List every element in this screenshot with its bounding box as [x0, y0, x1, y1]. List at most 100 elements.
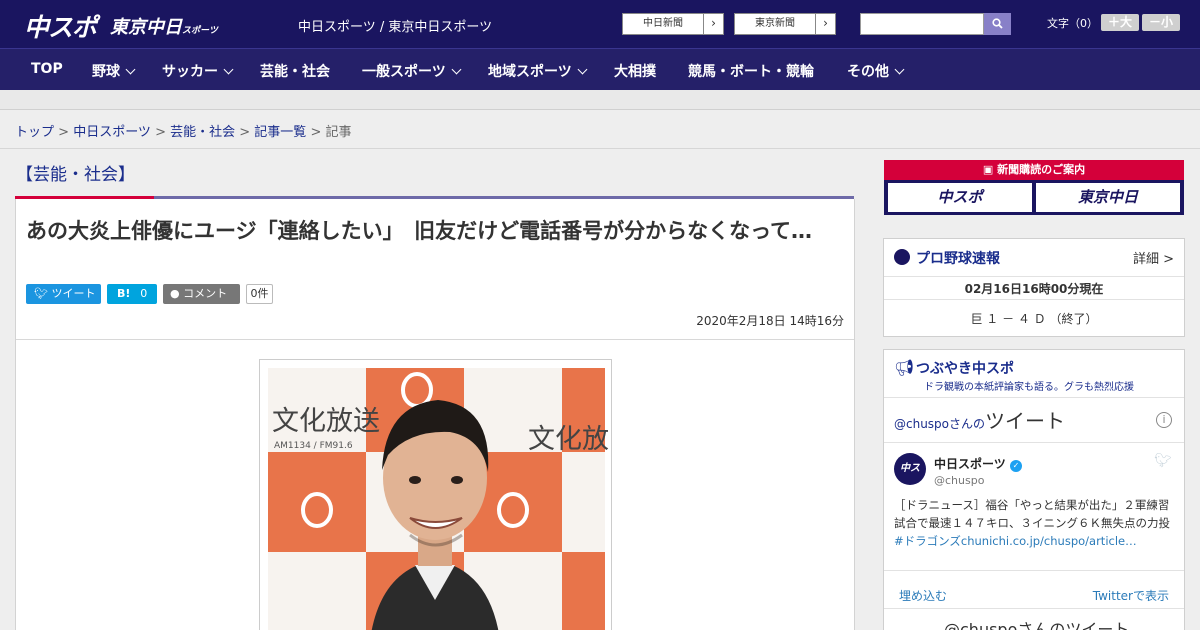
nav-item-top[interactable]: TOP: [31, 61, 63, 77]
subscription-header-text: 新聞購読のご案内: [997, 163, 1086, 176]
header-gap: [0, 90, 1200, 110]
chevron-down-icon: [223, 64, 234, 75]
verified-icon: ✓: [1009, 460, 1022, 472]
chevron-down-icon: [451, 64, 462, 75]
breadcrumb-top[interactable]: トップ: [15, 125, 54, 140]
article-date: 2020年2月18日 14時16分: [696, 314, 844, 328]
avatar[interactable]: 中ス: [894, 453, 926, 485]
baseball-widget-title: プロ野球速報: [916, 251, 1000, 267]
chevron-down-icon: [125, 64, 136, 75]
tweets-footer[interactable]: @chuspoさんのツイート: [944, 616, 1129, 630]
category-heading: 【芸能・社会】: [16, 165, 135, 185]
account-name[interactable]: 中日スポーツ ✓: [934, 455, 1022, 472]
tweet-label: ツイート: [51, 287, 96, 300]
speech-bubble-icon: ●: [170, 287, 180, 300]
subscription-banner[interactable]: ▣ 新聞購読のご案内 中スポ 東京中日: [884, 160, 1184, 215]
nav-label: サッカー: [162, 64, 218, 80]
article-divider: [16, 339, 854, 340]
article-photo[interactable]: 文化放送 AM1134 / FM91.6 文化放: [259, 359, 612, 630]
tokyo-shimbun-link[interactable]: 東京新聞 ›: [734, 13, 836, 35]
top-header: 中スポ 東京中日スポーツ 中日スポーツ / 東京中日スポーツ 中日新聞 › 東京…: [0, 0, 1200, 48]
article-title: あの大炎上俳優にユージ「連絡したい」 旧友だけど電話番号が分からなくなって…: [26, 219, 813, 243]
widget-divider: [884, 570, 1184, 571]
breadcrumb-sep: >: [235, 125, 255, 140]
tweet-link[interactable]: #ドラゴンズchunichi.co.jp/chuspo/article…: [894, 534, 1137, 548]
newspaper-icon: ▣: [982, 163, 998, 176]
tokyo-chunichi-logo[interactable]: 東京中日スポーツ: [110, 13, 218, 39]
widget-divider: [884, 276, 1184, 277]
comment-button[interactable]: ● コメント: [163, 284, 240, 304]
tweet-button[interactable]: 🐦︎ ツイート: [26, 284, 101, 304]
nav-item-other[interactable]: その他: [847, 61, 905, 81]
twitter-bird-icon[interactable]: 🐦︎: [1154, 453, 1172, 469]
chevron-down-icon: [577, 64, 588, 75]
chevron-down-icon: [894, 64, 905, 75]
tweet-body: ［ドラニュース］福谷「やっと結果が出た」２軍練習試合で最速１４７キロ、３イニング…: [894, 498, 1170, 530]
view-on-twitter-link[interactable]: Twitterで表示: [1093, 587, 1169, 604]
tsubuyaki-subtitle: ドラ観戦の本紙評論家も語る。グラも熱烈応援: [924, 382, 1134, 393]
breadcrumb-sep: >: [54, 125, 74, 140]
breadcrumb-chuspo[interactable]: 中日スポーツ: [73, 125, 151, 140]
nav-item-entertainment[interactable]: 芸能・社会: [260, 61, 330, 81]
nav-item-soccer[interactable]: サッカー: [162, 61, 234, 81]
nav-label: その他: [847, 64, 889, 80]
baseball-detail-link[interactable]: 詳細 >: [1133, 248, 1174, 267]
chevron-right-icon: ›: [703, 14, 723, 34]
account-handle[interactable]: @chuspo: [934, 474, 984, 487]
baseball-score-widget: プロ野球速報 詳細 > 02月16日16時00分現在 巨 １ － ４ Ｄ （終了…: [883, 238, 1185, 337]
font-size-label: 文字（0）: [1047, 17, 1098, 30]
breadcrumb-category[interactable]: 芸能・社会: [170, 125, 235, 140]
breadcrumb-sep: >: [150, 125, 171, 140]
breadcrumb-current: 記事: [325, 125, 352, 140]
baseball-score[interactable]: 巨 １ － ４ Ｄ （終了）: [884, 310, 1184, 327]
comment-label: コメント: [183, 287, 228, 300]
widget-divider: [884, 442, 1184, 443]
chunichi-shimbun-link[interactable]: 中日新聞 ›: [622, 13, 724, 35]
photo-sign-text: 文化放送: [272, 406, 380, 437]
photo-sign-text-2: 文化放: [528, 424, 609, 455]
widget-divider: [884, 299, 1184, 300]
subscribe-chuspo-button[interactable]: 中スポ: [888, 183, 1032, 212]
subscribe-tokyo-chunichi-button[interactable]: 東京中日: [1036, 183, 1180, 212]
breadcrumb-article-list[interactable]: 記事一覧: [254, 125, 306, 140]
megaphone-icon: 📢︎: [894, 358, 915, 377]
font-size-down-button[interactable]: －小: [1142, 14, 1180, 31]
tsubuyaki-title: つぶやき中スポ: [916, 361, 1014, 377]
tokyo-logo-small: スポーツ: [182, 26, 218, 36]
nav-item-general-sports[interactable]: 一般スポーツ: [362, 61, 462, 81]
nav-label: TOP: [31, 61, 63, 77]
baseball-icon: [894, 249, 910, 265]
nav-item-sumo[interactable]: 大相撲: [614, 61, 656, 81]
twitter-widget: 📢︎ つぶやき中スポ ドラ観戦の本紙評論家も語る。グラも熱烈応援 @chuspo…: [883, 349, 1185, 630]
breadcrumb-sep: >: [306, 125, 326, 140]
account-name-text: 中日スポーツ: [934, 457, 1006, 471]
hatena-icon: B!: [117, 287, 131, 300]
chevron-right-icon: ›: [815, 14, 835, 34]
tokyo-logo-text: 東京中日: [110, 17, 182, 38]
breadcrumb-divider: [0, 148, 1200, 149]
subscription-header: ▣ 新聞購読のご案内: [884, 160, 1184, 180]
search-icon: [992, 18, 1003, 29]
ext-link-label: 東京新聞: [755, 18, 795, 29]
nav-item-local-sports[interactable]: 地域スポーツ: [488, 61, 588, 81]
embed-link[interactable]: 埋め込む: [899, 587, 947, 604]
nav-label: 地域スポーツ: [488, 64, 572, 80]
chuspo-logo[interactable]: 中スポ: [24, 8, 97, 44]
font-size-up-button[interactable]: ＋大: [1101, 14, 1139, 31]
twitter-bird-icon: 🐦︎: [34, 287, 48, 300]
site-title: 中日スポーツ / 東京中日スポーツ: [298, 20, 493, 35]
search-button[interactable]: [984, 13, 1011, 35]
photo-illustration: 文化放送 AM1134 / FM91.6 文化放: [260, 360, 611, 630]
search-input[interactable]: [860, 13, 984, 35]
nav-label: 芸能・社会: [260, 64, 330, 80]
hatena-bookmark-button[interactable]: B! 0: [107, 284, 157, 304]
widget-divider: [884, 608, 1184, 609]
nav-item-racing[interactable]: 競馬・ボート・競輪: [688, 61, 814, 81]
info-icon[interactable]: i: [1156, 412, 1172, 428]
tweets-of-prefix: @chuspoさんの: [894, 417, 986, 431]
nav-label: 競馬・ボート・競輪: [688, 64, 814, 80]
nav-item-baseball[interactable]: 野球: [92, 61, 136, 81]
ext-link-label: 中日新聞: [643, 18, 683, 29]
tweet-text: ［ドラニュース］福谷「やっと結果が出た」２軍練習試合で最速１４７キロ、３イニング…: [894, 496, 1176, 550]
breadcrumb: トップ > 中日スポーツ > 芸能・社会 > 記事一覧 > 記事: [15, 121, 352, 140]
